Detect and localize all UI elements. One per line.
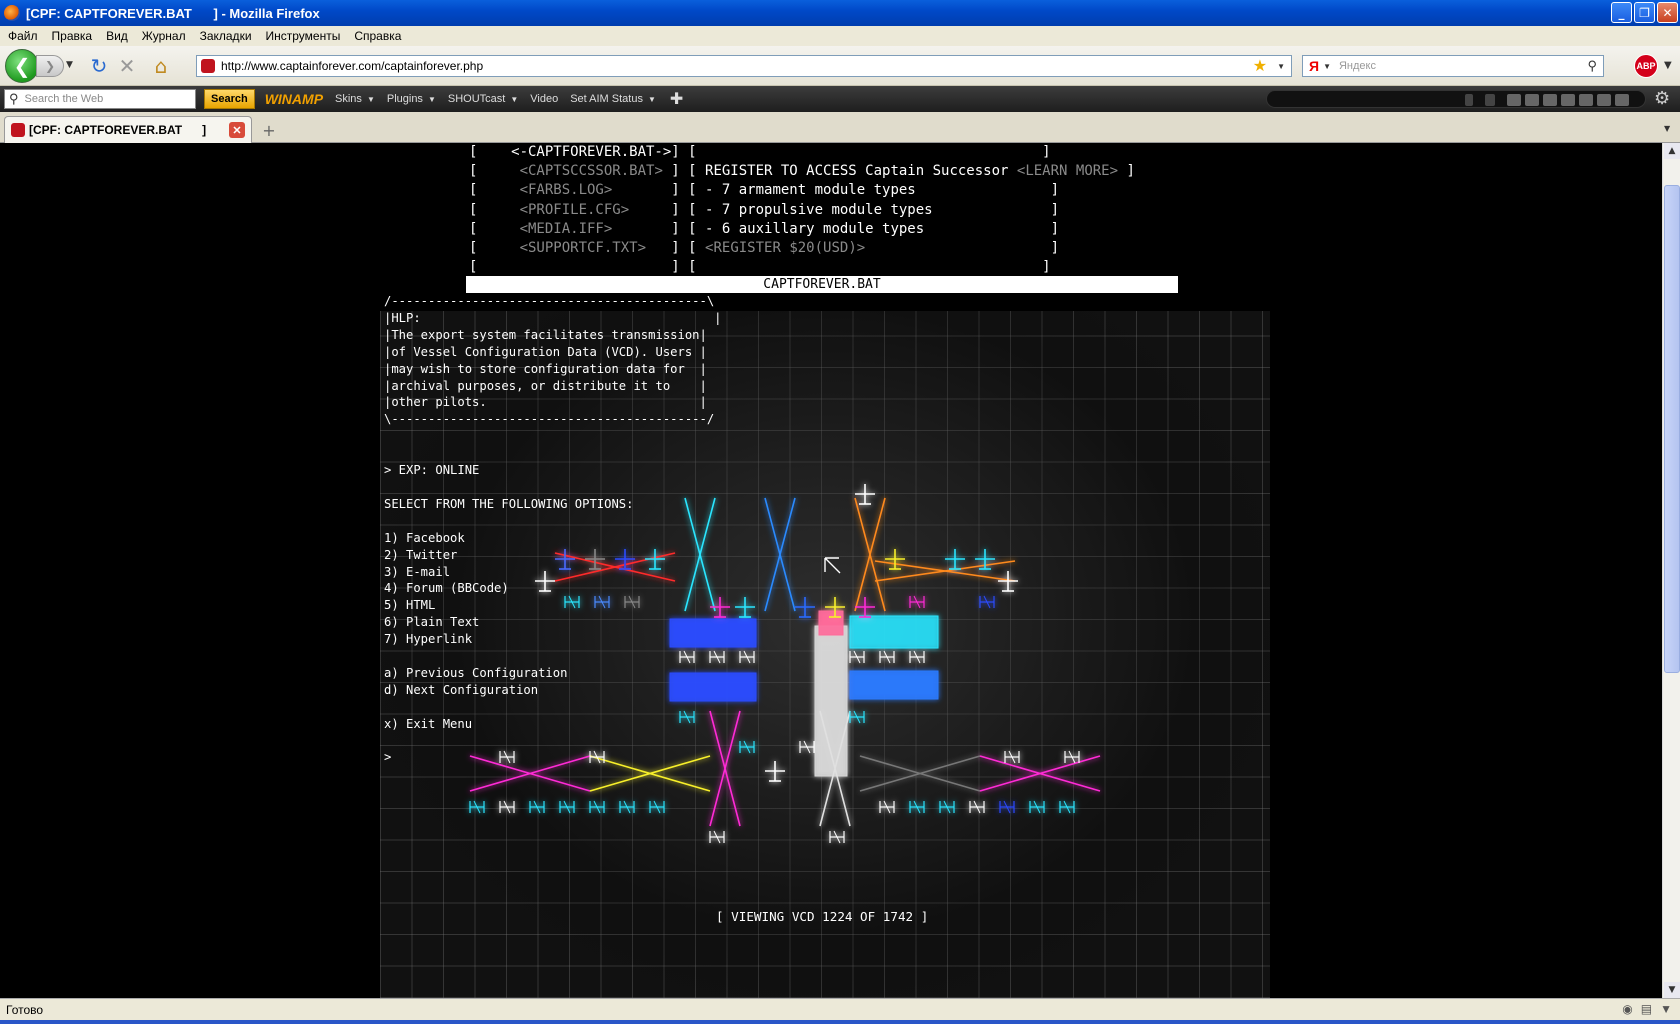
winamp-aim-status-menu[interactable]: Set AIM Status ▼ bbox=[570, 93, 656, 105]
winamp-search-button[interactable]: Search bbox=[204, 89, 255, 109]
menu-edit[interactable]: Правка bbox=[52, 29, 93, 43]
menu-link-media-iff[interactable]: <MEDIA.IFF> bbox=[520, 221, 613, 237]
status-menu-icon[interactable]: ▤ bbox=[1641, 1002, 1652, 1016]
search-input[interactable]: Яндекс bbox=[1331, 60, 1587, 72]
menu-link-learn-more[interactable]: <LEARN MORE> bbox=[1017, 163, 1118, 179]
home-icon[interactable]: ⌂ bbox=[150, 54, 172, 78]
navigation-toolbar: ❮ ❯ ▼ ↻ ✕ ⌂ http://www.captainforever.co… bbox=[0, 46, 1680, 86]
menu-help[interactable]: Справка bbox=[354, 29, 401, 43]
game-menu: [ <-CAPTFOREVER.BAT->] [ ] [ <CAPTSCCSSOR… bbox=[469, 143, 1179, 277]
game-menu-line: [ <SUPPORTCF.TXT> ] [ <REGISTER $20(USD)… bbox=[469, 240, 1060, 257]
game-menu-line: [ <-CAPTFOREVER.BAT->] [ ] bbox=[469, 144, 1051, 160]
menu-history[interactable]: Журнал bbox=[142, 29, 186, 43]
toolbar-overflow-icon[interactable]: ▼ bbox=[1664, 60, 1672, 71]
back-button[interactable]: ❮ bbox=[5, 49, 39, 83]
winamp-search-input[interactable]: ⚲ Search the Web bbox=[4, 89, 196, 109]
eject-icon[interactable] bbox=[1615, 94, 1629, 106]
menu-view[interactable]: Вид bbox=[106, 29, 128, 43]
volume-icon[interactable] bbox=[1507, 94, 1521, 106]
mouse-cursor-icon bbox=[824, 557, 841, 574]
game-menu-line: [ <MEDIA.IFF> ] [ - 6 auxillary module t… bbox=[469, 220, 1060, 237]
pause-icon[interactable] bbox=[1561, 94, 1575, 106]
tab-favicon-icon bbox=[11, 123, 25, 137]
status-dropdown-icon[interactable]: ▼ bbox=[1660, 1002, 1672, 1016]
page-content: [ <-CAPTFOREVER.BAT->] [ ] [ <CAPTSCCSSOR… bbox=[0, 143, 1662, 998]
history-dropdown-icon[interactable]: ▼ bbox=[66, 60, 73, 70]
window-title: [CPF: CAPTFOREVER.BAT ] - Mozilla Firefo… bbox=[26, 5, 320, 21]
armor-right-top bbox=[849, 615, 939, 649]
firefox-icon bbox=[4, 5, 20, 21]
menu-file[interactable]: Файл bbox=[8, 29, 38, 43]
status-addon-icon[interactable]: ◉ bbox=[1622, 1002, 1632, 1016]
scroll-thumb[interactable] bbox=[1664, 185, 1680, 673]
stop-icon[interactable]: ✕ bbox=[116, 54, 138, 78]
winamp-toolbar: ⚲ Search the Web Search WINAMP Skins ▼ Pl… bbox=[0, 86, 1680, 112]
site-favicon-icon bbox=[201, 59, 215, 73]
vertical-scrollbar[interactable]: ▲ ▼ bbox=[1662, 143, 1680, 998]
address-bar[interactable]: http://www.captainforever.com/captainfor… bbox=[196, 55, 1292, 77]
menu-link-farbs-log[interactable]: <FARBS.LOG> bbox=[520, 182, 613, 198]
armor-right-mid bbox=[849, 670, 939, 700]
next-icon[interactable] bbox=[1597, 94, 1611, 106]
game-title-bar: CAPTFOREVER.BAT bbox=[466, 276, 1178, 293]
add-icon[interactable]: ✚ bbox=[670, 89, 683, 109]
scroll-up-icon[interactable]: ▲ bbox=[1664, 143, 1680, 159]
search-engine-icon[interactable]: Я bbox=[1309, 58, 1319, 74]
winamp-player-controls bbox=[1266, 90, 1646, 108]
menu-link-profile-cfg[interactable]: <PROFILE.CFG> bbox=[520, 202, 630, 218]
game-menu-line: [ <PROFILE.CFG> ] [ - 7 propulsive modul… bbox=[469, 201, 1060, 218]
new-tab-icon[interactable]: + bbox=[258, 120, 280, 140]
stop-icon[interactable] bbox=[1579, 94, 1593, 106]
export-console: /---------------------------------------… bbox=[384, 294, 722, 765]
winamp-shoutcast-menu[interactable]: SHOUTcast ▼ bbox=[448, 93, 518, 105]
adblock-icon[interactable]: ABP bbox=[1634, 54, 1658, 78]
game-menu-line: [ <CAPTSCCSSOR.BAT> ] [ REGISTER TO ACCE… bbox=[469, 163, 1135, 180]
engine-dropdown-icon[interactable]: ▼ bbox=[1323, 62, 1331, 71]
previous-icon[interactable] bbox=[1525, 94, 1539, 106]
play-icon[interactable] bbox=[1543, 94, 1557, 106]
status-text: Готово bbox=[6, 1002, 44, 1017]
menu-link-captsccssor-bat[interactable]: <CAPTSCCSSOR.BAT> bbox=[520, 163, 663, 179]
game-menu-line: [ <FARBS.LOG> ] [ - 7 armament module ty… bbox=[469, 182, 1060, 199]
search-icon[interactable]: ⚲ bbox=[1587, 58, 1597, 74]
vcd-counter: [ VIEWING VCD 1224 OF 1742 ] bbox=[716, 909, 929, 924]
url-dropdown-icon[interactable]: ▼ bbox=[1277, 62, 1285, 71]
winamp-plugins-menu[interactable]: Plugins ▼ bbox=[387, 93, 436, 105]
tab-close-icon[interactable]: ✕ bbox=[229, 122, 245, 138]
game-menu-line: [ ] [ ] bbox=[469, 259, 1051, 276]
reload-icon[interactable]: ↻ bbox=[88, 54, 110, 78]
bookmark-star-icon[interactable]: ★ bbox=[1253, 56, 1267, 76]
tab-bar: [CPF: CAPTFOREVER.BAT ] ✕ + ▼ bbox=[0, 112, 1680, 143]
tab-captforever[interactable]: [CPF: CAPTFOREVER.BAT ] ✕ bbox=[4, 116, 252, 143]
url-text[interactable]: http://www.captainforever.com/captainfor… bbox=[221, 59, 1253, 73]
core-heart bbox=[818, 610, 844, 636]
browser-window: [CPF: CAPTFOREVER.BAT ] - Mozilla Firefo… bbox=[0, 0, 1680, 1024]
winamp-video-link[interactable]: Video bbox=[530, 93, 558, 105]
winamp-skins-menu[interactable]: Skins ▼ bbox=[335, 93, 375, 105]
find-icon[interactable] bbox=[1485, 94, 1495, 106]
taskbar-edge bbox=[0, 1020, 1680, 1024]
tab-label: [CPF: CAPTFOREVER.BAT ] bbox=[29, 123, 207, 137]
minimize-button[interactable]: _ bbox=[1611, 2, 1632, 23]
close-button[interactable]: ✕ bbox=[1657, 2, 1678, 23]
tab-list-icon[interactable]: ▼ bbox=[1664, 124, 1670, 133]
winamp-logo[interactable]: WINAMP bbox=[265, 91, 323, 107]
status-bar: Готово ◉ ▤ ▼ bbox=[0, 998, 1680, 1020]
menu-bar: Файл Правка Вид Журнал Закладки Инструме… bbox=[0, 26, 1680, 46]
forward-button[interactable]: ❯ bbox=[36, 55, 64, 77]
maximize-button[interactable]: ❐ bbox=[1634, 2, 1655, 23]
search-icon: ⚲ bbox=[9, 91, 19, 106]
info-icon[interactable] bbox=[1465, 94, 1473, 106]
menu-link-supportcf-txt[interactable]: <SUPPORTCF.TXT> bbox=[520, 240, 646, 256]
title-bar: [CPF: CAPTFOREVER.BAT ] - Mozilla Firefo… bbox=[0, 0, 1680, 26]
scroll-down-icon[interactable]: ▼ bbox=[1664, 982, 1680, 998]
search-box[interactable]: Я ▼ Яндекс ⚲ bbox=[1302, 55, 1604, 77]
menu-bookmarks[interactable]: Закладки bbox=[200, 29, 252, 43]
menu-link-register-20-usd[interactable]: <REGISTER $20(USD)> bbox=[705, 240, 865, 256]
gear-icon[interactable]: ⚙ bbox=[1654, 88, 1670, 109]
winamp-search-placeholder: Search the Web bbox=[24, 93, 104, 105]
menu-tools[interactable]: Инструменты bbox=[266, 29, 341, 43]
